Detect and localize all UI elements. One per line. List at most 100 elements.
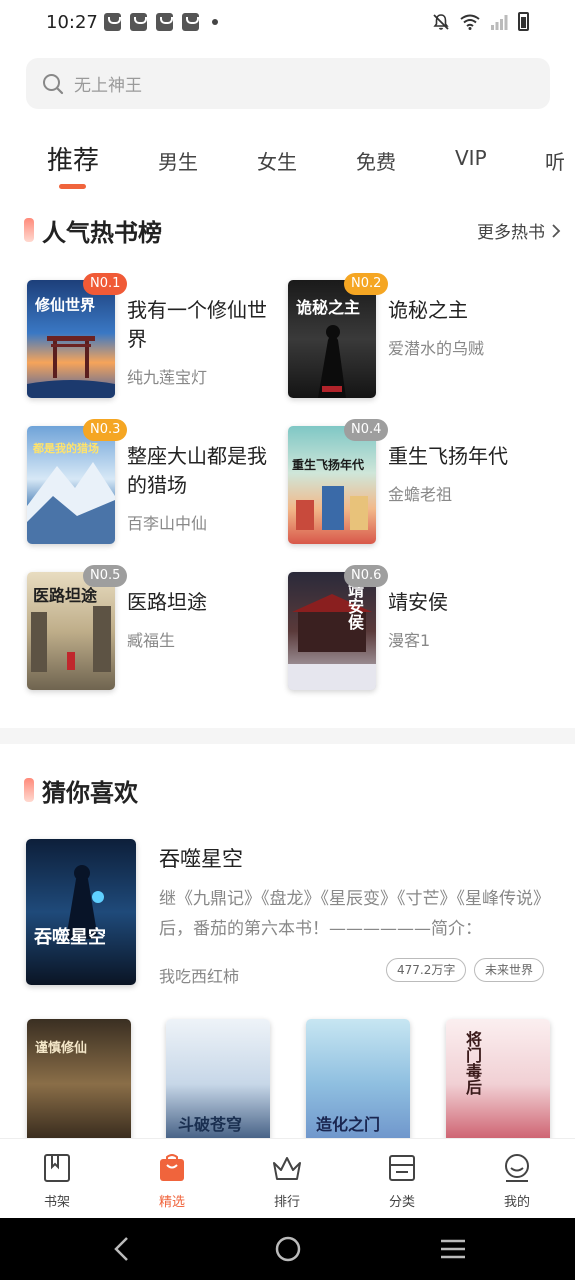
book-author: 百李山中仙: [127, 514, 208, 533]
book-cover: 诡秘之主: [288, 280, 376, 398]
book-cover: 靖安侯: [288, 572, 376, 690]
wifi-icon: [460, 14, 480, 30]
book-cover-title: 重生飞扬年代: [292, 458, 365, 472]
rank-badge: N0.2: [344, 273, 389, 295]
tab-male[interactable]: 男生: [158, 146, 198, 175]
tab-recommend[interactable]: 推荐: [47, 140, 99, 177]
section-divider: [0, 728, 575, 744]
book-cover: 都是我的猎场: [27, 426, 115, 544]
crown-icon: [273, 1157, 301, 1180]
bookshelf-icon: [44, 1154, 70, 1182]
rank-badge: N0.1: [83, 273, 128, 295]
rank-badge: N0.6: [344, 565, 389, 587]
nav-category[interactable]: 分类: [362, 1153, 442, 1210]
shopping-bag-icon: [156, 13, 173, 31]
book-cover-title: 谨慎修仙: [35, 1041, 88, 1056]
guess-section-title: 猜你喜欢: [42, 779, 138, 807]
user-icon: [505, 1154, 529, 1182]
book-cover-title: 都是我的猎场: [33, 442, 99, 455]
word-count-tag: 477.2万字: [386, 958, 467, 982]
shopping-bag-icon: [130, 13, 147, 31]
book-cover[interactable]: 造化之门: [306, 1019, 410, 1149]
nav-ranking-label: 排行: [273, 1195, 300, 1210]
book-title: 整座大山都是我的猎场: [127, 444, 267, 497]
more-hot-books-label: 更多热书: [477, 223, 545, 243]
status-time: 10:27: [46, 12, 98, 33]
search-icon: [43, 73, 64, 94]
book-title: 诡秘之主: [388, 298, 468, 322]
rank-book-item[interactable]: 靖安侯 N0.6 靖安侯 漫客1: [288, 565, 548, 692]
book-title: 医路坦途: [127, 590, 207, 614]
nav-category-label: 分类: [388, 1195, 415, 1210]
book-cover[interactable]: 谨慎修仙: [27, 1019, 131, 1149]
rank-book-item[interactable]: 诡秘之主 N0.2 诡秘之主 爱潜水的乌贼: [288, 273, 548, 400]
book-title: 重生飞扬年代: [388, 444, 508, 468]
rank-book-item[interactable]: 重生飞扬年代 N0.4 重生飞扬年代 金蟾老祖: [288, 419, 548, 546]
status-bar: 10:27: [0, 0, 575, 48]
featured-book-title[interactable]: 吞噬星空: [159, 843, 243, 873]
book-title: 我有一个修仙世界: [127, 298, 267, 351]
nav-featured[interactable]: 精选: [132, 1153, 212, 1210]
genre-tag[interactable]: 未来世界: [474, 958, 545, 982]
book-cover: 重生飞扬年代: [288, 426, 376, 544]
shopping-bag-icon: [104, 13, 121, 31]
book-author: 金蟾老祖: [388, 485, 453, 504]
recent-apps-icon[interactable]: [439, 1237, 467, 1261]
shopping-bag-icon: [182, 13, 199, 31]
hot-section-title: 人气热书榜: [42, 219, 162, 247]
nav-ranking[interactable]: 排行: [247, 1153, 327, 1210]
book-cover: 医路坦途: [27, 572, 115, 690]
book-cover-title: 修仙世界: [35, 296, 96, 314]
featured-cover-title: 吞噬星空: [34, 927, 106, 948]
category-tabs: 推荐 男生 女生 免费 VIP 听: [0, 138, 575, 194]
chevron-right-icon: [552, 223, 561, 238]
app-screen: 10:27 无上神王 推荐 男生 女生 免费 VIP 听 人气热书榜 更多热书 …: [0, 0, 575, 1280]
active-tab-indicator: [59, 184, 86, 189]
book-cover-title: 靖安侯: [345, 582, 364, 630]
book-author: 漫客1: [388, 631, 431, 650]
rank-book-item[interactable]: 修仙世界 N0.1 我有一个修仙世界 纯九莲宝灯: [27, 273, 287, 400]
book-cover-title: 医路坦途: [33, 586, 98, 605]
mute-bell-icon: [433, 13, 449, 30]
book-cover-title: 将门毒后: [463, 1031, 482, 1095]
featured-book-cover[interactable]: 吞噬星空: [26, 839, 136, 985]
tab-free[interactable]: 免费: [356, 146, 396, 175]
category-icon: [389, 1155, 415, 1181]
book-cover: 修仙世界: [27, 280, 115, 398]
nav-featured-label: 精选: [158, 1195, 185, 1210]
book-cover[interactable]: 斗破苍穹: [166, 1019, 270, 1149]
bottom-navigation: 书架 精选 排行 分类 我的: [0, 1138, 575, 1218]
book-cover-title: 造化之门: [316, 1115, 381, 1134]
search-bar[interactable]: 无上神王: [26, 58, 550, 109]
book-cover-title: 斗破苍穹: [178, 1115, 243, 1134]
tab-female[interactable]: 女生: [257, 146, 297, 175]
nav-profile-label: 我的: [503, 1195, 530, 1210]
more-hot-books-link[interactable]: 更多热书: [477, 218, 561, 243]
hot-section-header: 人气热书榜 更多热书: [0, 210, 575, 250]
featured-book-author: 我吃西红柿: [159, 967, 240, 986]
book-author: 臧福生: [127, 631, 176, 650]
search-placeholder: 无上神王: [74, 76, 142, 96]
tab-audio[interactable]: 听: [545, 146, 565, 175]
book-cover[interactable]: 将门毒后: [446, 1019, 550, 1149]
rank-badge: N0.4: [344, 419, 389, 441]
nav-profile[interactable]: 我的: [477, 1153, 557, 1210]
book-cover-title: 诡秘之主: [296, 298, 361, 317]
shopping-bag-icon: [160, 1154, 184, 1181]
guess-section-header: 猜你喜欢: [0, 770, 575, 810]
rank-book-item[interactable]: 医路坦途 N0.5 医路坦途 臧福生: [27, 565, 287, 692]
section-accent-bar: [24, 778, 34, 802]
nav-bookshelf[interactable]: 书架: [17, 1153, 97, 1210]
book-author: 纯九莲宝灯: [127, 368, 208, 387]
rank-book-item[interactable]: 都是我的猎场 N0.3 整座大山都是我的猎场 百李山中仙: [27, 419, 287, 546]
tab-vip[interactable]: VIP: [455, 146, 487, 170]
back-icon[interactable]: [112, 1236, 132, 1262]
home-icon[interactable]: [274, 1235, 302, 1263]
rank-badge: N0.5: [83, 565, 128, 587]
rank-badge: N0.3: [83, 419, 128, 441]
battery-icon: [518, 12, 529, 31]
system-icons: [432, 12, 529, 31]
system-navigation-bar: [0, 1218, 575, 1280]
more-notifications-dot-icon: [212, 19, 218, 25]
notification-icons: [104, 13, 218, 31]
